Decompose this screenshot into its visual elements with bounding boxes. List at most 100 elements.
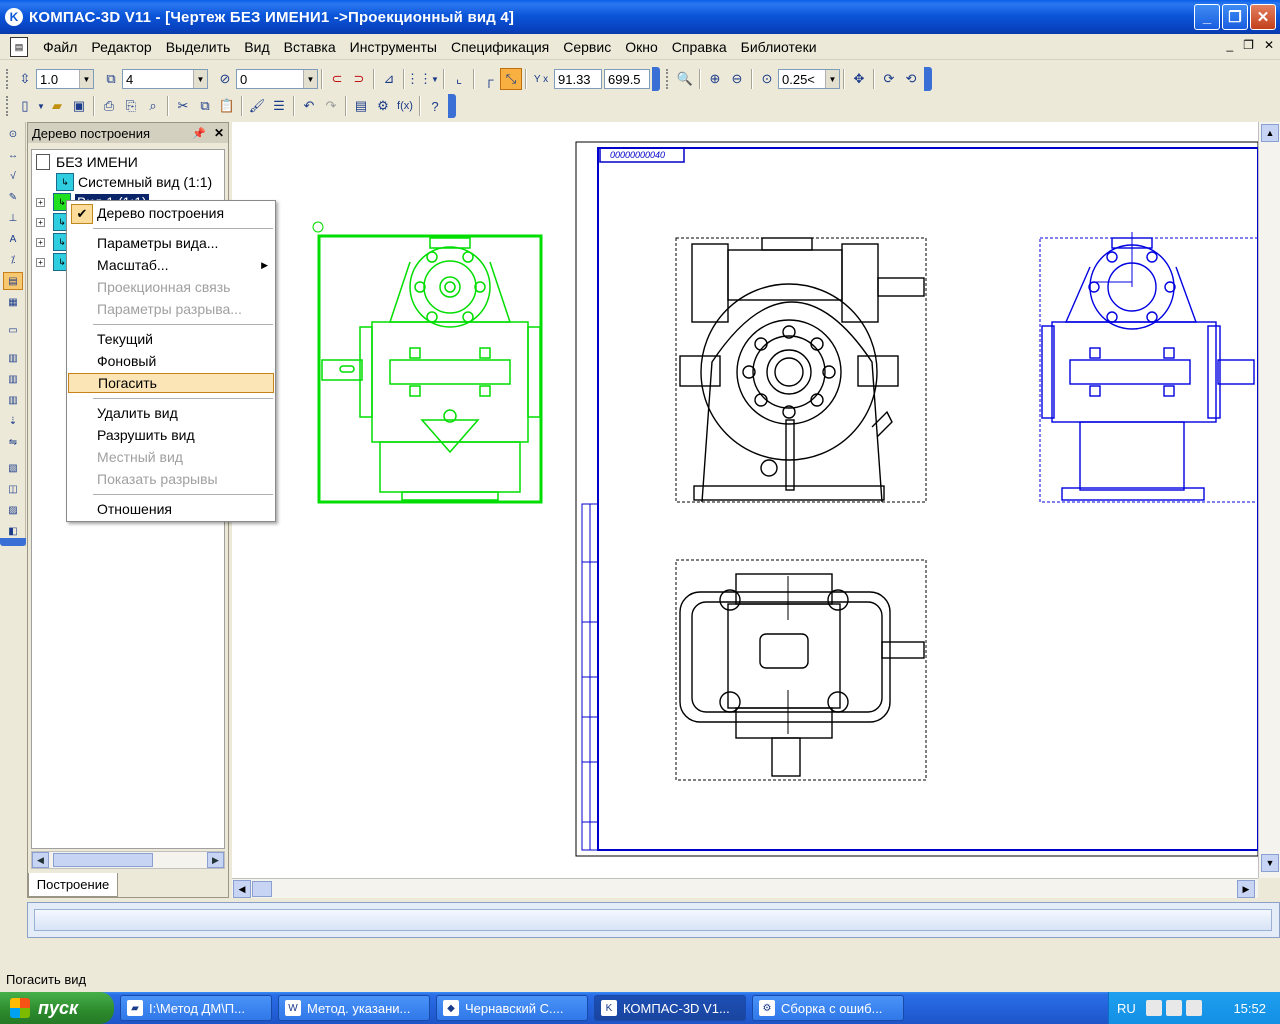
toolbar-end[interactable] [652,67,660,91]
kompas-app-icon[interactable]: K [5,8,23,26]
library-icon[interactable]: ⚙ [372,95,394,117]
menu-libraries[interactable]: Библиотеки [734,39,824,55]
print-preview-icon[interactable]: ⌕ [142,95,164,117]
variables-icon[interactable]: f(x) [394,95,416,117]
menu-item-current[interactable]: Текущий [68,329,274,349]
properties-icon[interactable]: ☰ [268,95,290,117]
menu-item-view-params[interactable]: Параметры вида... [68,233,274,253]
expand-icon[interactable]: + [36,257,45,267]
local-view-icon[interactable]: ▧ [3,459,23,477]
menu-view[interactable]: Вид [237,39,276,55]
save-icon[interactable]: ▣ [68,95,90,117]
toolbar-grip[interactable] [6,69,10,89]
step-icon[interactable]: ⇳ [14,68,36,90]
menu-window[interactable]: Окно [618,39,665,55]
chevron-down-icon[interactable]: ▼ [825,70,839,88]
copy-icon[interactable]: ⧉ [194,95,216,117]
view-standard-icon[interactable]: ▥ [3,349,23,367]
ortho-icon[interactable]: ⊿ [378,68,400,90]
symbols-icon[interactable]: √ [3,167,23,185]
language-indicator[interactable]: RU [1117,1001,1136,1016]
chevron-down-icon[interactable]: ▼ [430,68,440,90]
taskbar-item-word[interactable]: W Метод. указани... [278,995,430,1021]
minimize-button[interactable]: _ [1194,4,1220,30]
zoom-frame-icon[interactable]: 🔍 [674,68,696,90]
zoom-scale-icon[interactable]: ⊙ [756,68,778,90]
mdi-minimize-button[interactable]: _ [1226,38,1233,52]
menu-select[interactable]: Выделить [159,39,238,55]
tree-horizontal-scrollbar[interactable]: ◀ ▶ [31,851,225,869]
menu-edit[interactable]: Редактор [84,39,158,55]
scroll-down-icon[interactable]: ▼ [1261,854,1279,872]
scroll-left-icon[interactable]: ◀ [32,852,49,868]
round-icon[interactable]: ⤡ [500,68,522,90]
scroll-thumb[interactable] [252,881,272,897]
pan-icon[interactable]: ✥ [848,68,870,90]
expand-icon[interactable]: + [36,197,45,207]
mdi-restore-button[interactable]: ❐ [1243,38,1254,52]
expand-icon[interactable]: + [36,217,45,227]
taskbar-item-assembly[interactable]: ⚙ Сборка с ошиб... [752,995,904,1021]
break-icon[interactable]: ⇋ [3,433,23,451]
menu-item-background[interactable]: Фоновый [68,351,274,371]
ortho-mode-icon[interactable]: ┌ [478,68,500,90]
select-icon[interactable]: ⁒ [3,251,23,269]
menu-item-destroy-view[interactable]: Разрушить вид [68,425,274,445]
dimensions-icon[interactable]: ↔ [3,146,23,164]
chevron-down-icon[interactable]: ▼ [79,70,93,88]
toolbar-grip[interactable] [666,69,670,89]
zoom-in-icon[interactable]: ⊕ [704,68,726,90]
step-combo[interactable]: 1.0 ▼ [36,69,94,89]
chevron-down-icon[interactable]: ▼ [193,70,207,88]
menu-item-relations[interactable]: Отношения [68,499,274,519]
insert-view-icon[interactable]: ▭ [3,321,23,339]
tree-root[interactable]: БЕЗ ИМЕНИ [36,152,138,172]
document-icon[interactable]: ▤ [10,36,28,57]
section-icon[interactable]: ⇣ [3,412,23,430]
expand-icon[interactable]: + [36,237,45,247]
close-icon[interactable]: ✕ [214,126,224,140]
menu-tools[interactable]: Инструменты [343,39,444,55]
toolbar-end[interactable] [924,67,932,91]
close-button[interactable]: ✕ [1250,4,1276,30]
toolbar-end[interactable] [448,94,456,118]
redraw-icon[interactable]: ⟲ [900,68,922,90]
menu-item-hide[interactable]: Погасить [68,373,274,393]
menu-specification[interactable]: Спецификация [444,39,556,55]
scroll-up-icon[interactable]: ▲ [1261,124,1279,142]
geometry-icon[interactable]: ⊙ [3,125,23,143]
views-icon[interactable]: ▤ [3,272,23,290]
tree-item-system-view[interactable]: ↳ Системный вид (1:1) [56,172,212,192]
canvas-horizontal-scrollbar[interactable]: ◀ ▶ [232,878,1258,898]
maximize-button[interactable]: ❐ [1222,4,1248,30]
scroll-left-icon[interactable]: ◀ [233,880,251,898]
parametrization-icon[interactable]: ⊥ [3,209,23,227]
menu-item-build-tree[interactable]: ✔ Дерево построения [68,203,274,224]
spec-icon[interactable]: ▦ [3,293,23,311]
zoom-out-icon[interactable]: ⊖ [726,68,748,90]
tab-build[interactable]: Построение [28,873,118,897]
edit-icon[interactable]: ✎ [3,188,23,206]
manager-icon[interactable]: ▤ [350,95,372,117]
coord-y-field[interactable]: 699.5 [604,69,650,89]
redo-icon[interactable]: ↷ [320,95,342,117]
drawing-svg[interactable]: 00000000040 [232,122,1259,878]
menu-insert[interactable]: Вставка [277,39,343,55]
start-button[interactable]: пуск [0,992,114,1024]
print-icon[interactable]: ⎙ [98,95,120,117]
menu-file[interactable]: Файл [36,39,84,55]
scroll-right-icon[interactable]: ▶ [1237,880,1255,898]
style-combo[interactable]: 0 ▼ [236,69,318,89]
scroll-thumb[interactable] [53,853,153,867]
menu-help[interactable]: Справка [665,39,734,55]
help-cursor-icon[interactable]: ? [424,95,446,117]
new-document-icon[interactable]: ▯ [14,95,36,117]
canvas-vertical-scrollbar[interactable]: ▲ ▼ [1258,122,1280,878]
snap-magnet-icon[interactable]: ⊂ [326,68,348,90]
refresh-icon[interactable]: ⟳ [878,68,900,90]
drawing-canvas[interactable]: 00000000040 [232,122,1259,878]
local-snap-icon[interactable]: ⊃ [348,68,370,90]
cut-icon[interactable]: ✂ [172,95,194,117]
paste-icon[interactable]: 📋 [216,95,238,117]
format-painter-icon[interactable]: 🖌 [246,95,268,117]
